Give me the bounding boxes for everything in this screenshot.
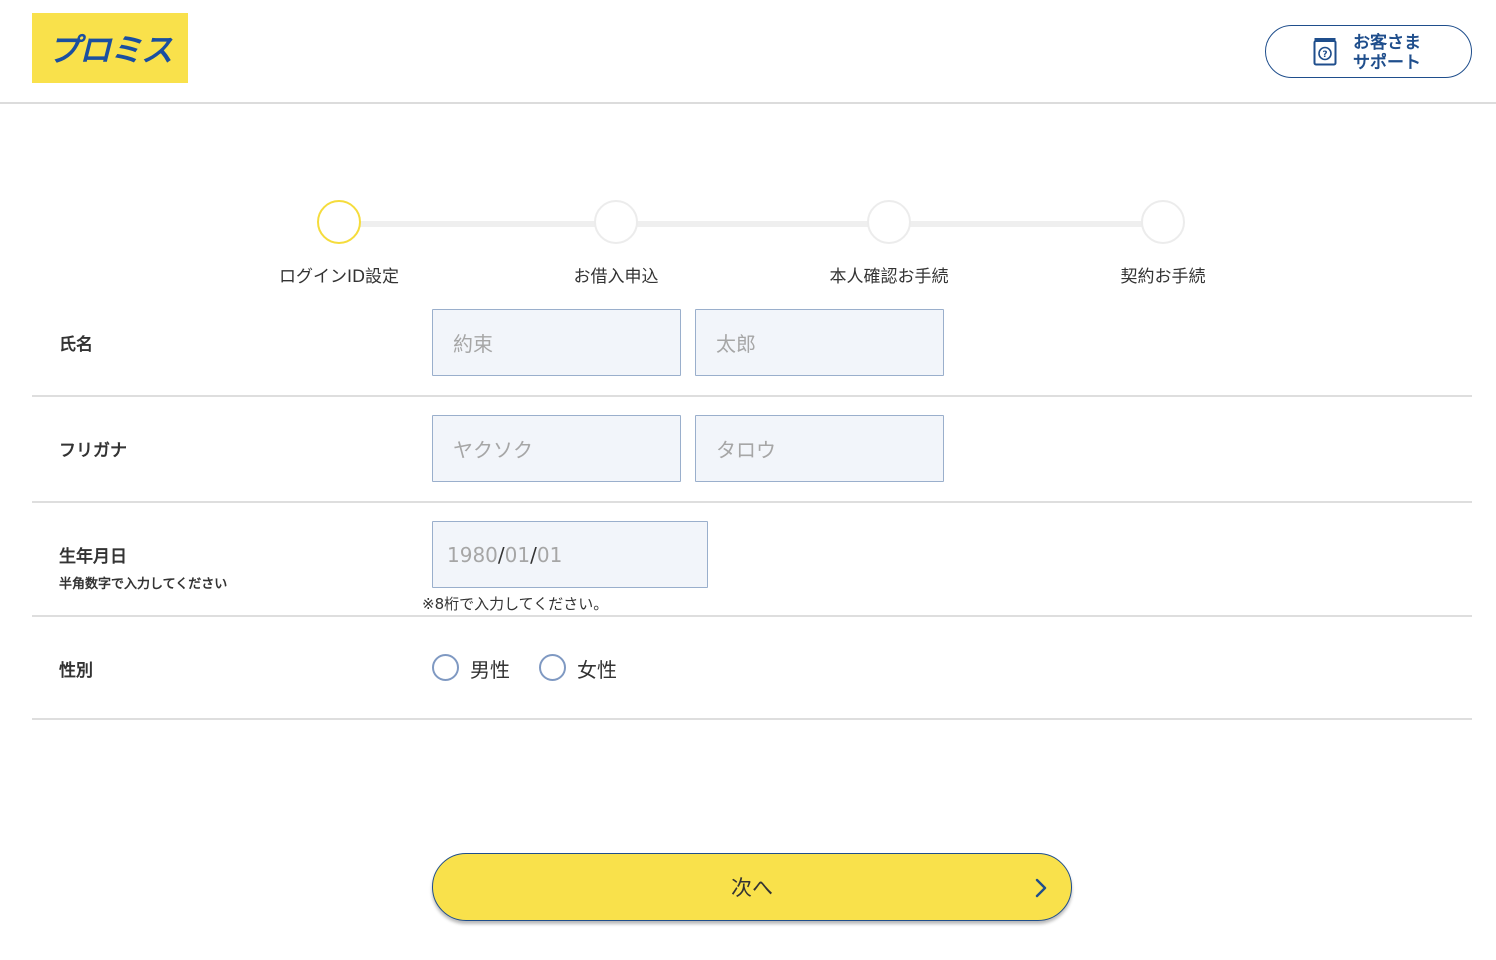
help-document-icon: ? xyxy=(1313,38,1337,66)
birthdate-row: 生年月日 半角数字で入力してください 1980/01/01 ※8桁で入力してくだ… xyxy=(32,503,1472,617)
promise-logo[interactable]: プロミス xyxy=(32,13,188,83)
gender-female-label[interactable]: 女性 xyxy=(577,654,617,683)
gender-male-label[interactable]: 男性 xyxy=(470,654,510,683)
kana-row: フリガナ ヤクソク タロウ xyxy=(32,397,1472,503)
last-name-kana-input[interactable]: ヤクソク xyxy=(432,415,681,482)
name-row: 氏名 約束 太郎 xyxy=(32,290,1472,397)
chevron-right-icon xyxy=(1035,878,1047,898)
gender-label: 性別 xyxy=(59,661,93,681)
step-label-application: お借入申込 xyxy=(573,267,659,287)
gender-female-radio[interactable] xyxy=(539,654,566,681)
birth-year-placeholder: 1980 xyxy=(447,542,498,567)
step-indicator-2 xyxy=(594,200,638,244)
birthdate-input[interactable]: 1980/01/01 xyxy=(432,521,708,588)
birthdate-sublabel: 半角数字で入力してください xyxy=(59,577,228,592)
stepper-track xyxy=(339,221,1163,227)
support-label-line2: サポート xyxy=(1353,53,1421,73)
birth-month-placeholder: 01 xyxy=(504,542,531,567)
customer-support-button[interactable]: ? お客さま サポート xyxy=(1265,25,1472,78)
name-label: 氏名 xyxy=(59,335,93,355)
progress-stepper: ログインID設定 お借入申込 本人確認お手続 契約お手続 xyxy=(0,180,1496,300)
step-indicator-3 xyxy=(867,200,911,244)
date-separator: / xyxy=(530,542,537,567)
first-name-input[interactable]: 太郎 xyxy=(695,309,944,376)
date-separator: / xyxy=(497,542,505,567)
first-name-placeholder: 太郎 xyxy=(716,332,756,356)
first-name-kana-placeholder: タロウ xyxy=(716,438,776,462)
gender-male-radio[interactable] xyxy=(432,654,459,681)
last-name-kana-placeholder: ヤクソク xyxy=(453,438,533,462)
first-name-kana-input[interactable]: タロウ xyxy=(695,415,944,482)
svg-text:?: ? xyxy=(1322,50,1327,60)
birth-day-placeholder: 01 xyxy=(536,542,563,567)
step-indicator-1 xyxy=(317,200,361,244)
support-label: お客さま サポート xyxy=(1353,33,1421,73)
next-button-label: 次へ xyxy=(731,876,773,900)
last-name-placeholder: 約束 xyxy=(453,332,493,356)
birthdate-hint: ※8桁で入力してください。 xyxy=(422,595,609,613)
site-header: プロミス ? お客さま サポート xyxy=(0,0,1496,104)
last-name-input[interactable]: 約束 xyxy=(432,309,681,376)
birthdate-label: 生年月日 xyxy=(59,547,127,567)
kana-label: フリガナ xyxy=(59,441,127,461)
step-label-contract: 契約お手続 xyxy=(1120,267,1206,287)
step-label-identity: 本人確認お手続 xyxy=(829,267,949,287)
support-label-line1: お客さま xyxy=(1353,33,1421,53)
gender-row: 性別 男性 女性 xyxy=(32,617,1472,720)
step-label-login-id: ログインID設定 xyxy=(278,267,400,287)
next-button[interactable]: 次へ xyxy=(432,853,1072,921)
logo-text: プロミス xyxy=(47,31,173,69)
step-indicator-4 xyxy=(1141,200,1185,244)
